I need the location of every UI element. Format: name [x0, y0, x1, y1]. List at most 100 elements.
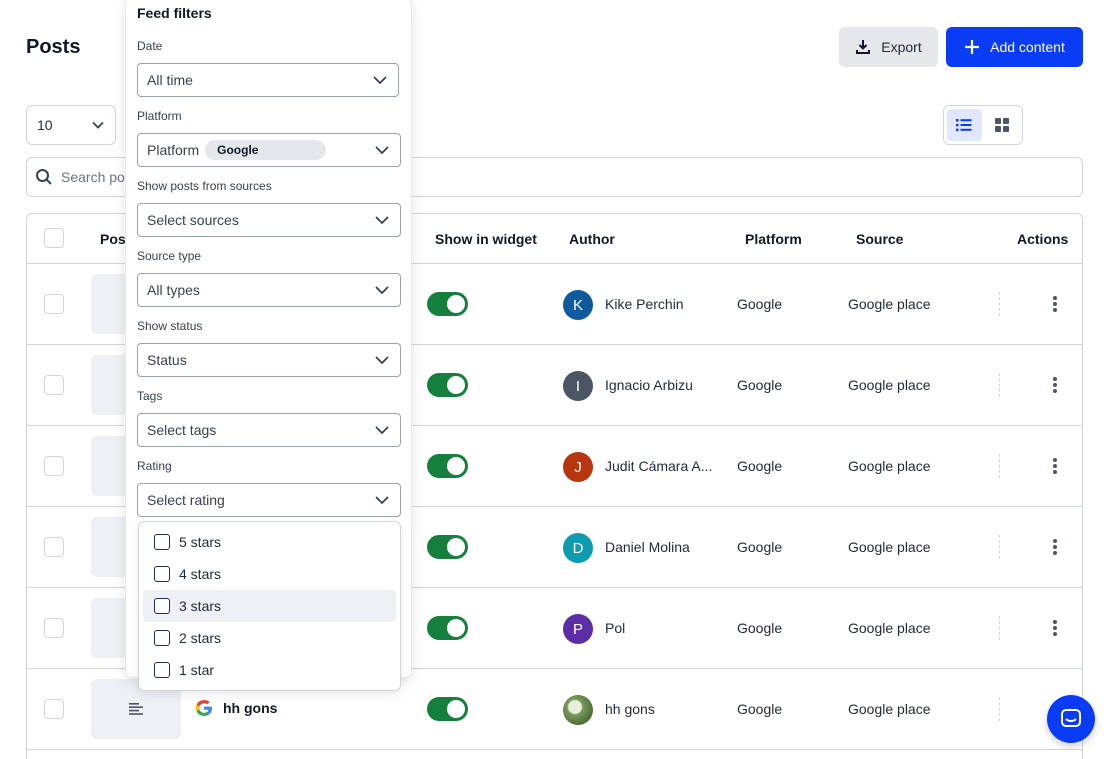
avatar: I [563, 371, 593, 401]
show-in-widget-toggle[interactable] [427, 292, 468, 316]
rating-option-2[interactable]: 2 stars [143, 622, 396, 654]
rating-filter-select[interactable]: Select rating [137, 483, 401, 517]
row-actions-menu-icon[interactable] [1049, 294, 1061, 314]
avatar: P [563, 614, 593, 644]
divider [999, 292, 1000, 316]
date-filter-select[interactable]: All time [137, 63, 399, 97]
row-checkbox[interactable] [44, 375, 64, 395]
checkbox[interactable] [154, 598, 170, 614]
rating-option-label: 1 star [179, 662, 215, 678]
source-cell: Google place [848, 377, 931, 393]
sources-filter-select[interactable]: Select sources [137, 203, 401, 237]
status-filter-value: Status [147, 352, 187, 368]
chevron-down-icon [375, 146, 389, 155]
platform-cell: Google [737, 701, 783, 717]
platform-cell: Google [737, 296, 783, 312]
chevron-down-icon [375, 286, 389, 295]
divider [999, 616, 1000, 640]
author-name: Judit Cámara A... [605, 458, 713, 474]
list-view-button[interactable] [947, 109, 982, 141]
row-checkbox[interactable] [44, 699, 64, 719]
show-in-widget-toggle[interactable] [427, 616, 468, 640]
source-cell: Google place [848, 701, 931, 717]
per-page-select[interactable]: 10 [26, 105, 116, 145]
add-content-label: Add content [990, 39, 1065, 55]
author-name: Pol [605, 620, 626, 636]
rating-option-3[interactable]: 3 stars [143, 590, 396, 622]
row-actions-menu-icon[interactable] [1049, 375, 1061, 395]
per-page-value: 10 [37, 117, 53, 133]
checkbox[interactable] [154, 534, 170, 550]
rating-option-label: 5 stars [179, 534, 222, 550]
feed-filters-title: Feed filters [137, 5, 212, 21]
date-filter-label: Date [137, 39, 163, 53]
grid-view-button[interactable] [985, 109, 1020, 141]
platform-filter-select[interactable]: Platform Google [137, 133, 401, 167]
source-cell: Google place [848, 458, 931, 474]
download-icon [856, 40, 871, 54]
status-filter-select[interactable]: Status [137, 343, 401, 377]
source-cell: Google place [848, 620, 931, 636]
source-type-filter-label: Source type [137, 249, 202, 263]
author-name: Ignacio Arbizu [605, 377, 693, 393]
author-name: hh gons [605, 701, 655, 717]
row-checkbox[interactable] [44, 456, 64, 476]
checkbox[interactable] [154, 662, 170, 678]
source-type-filter-select[interactable]: All types [137, 273, 401, 307]
source-cell: Google place [848, 296, 931, 312]
col-source: Source [856, 231, 904, 247]
checkbox[interactable] [154, 566, 170, 582]
platform-cell: Google [737, 620, 783, 636]
list-icon [956, 119, 972, 132]
rating-option-label: 2 stars [179, 630, 222, 646]
row-checkbox[interactable] [44, 294, 64, 314]
tags-filter-label: Tags [137, 389, 163, 403]
text-post-icon [129, 703, 143, 715]
date-filter-value: All time [147, 72, 193, 88]
avatar-photo [563, 695, 593, 725]
rating-option-1[interactable]: 1 star [143, 654, 396, 686]
show-in-widget-toggle[interactable] [427, 454, 468, 478]
rating-option-5[interactable]: 5 stars [143, 526, 396, 558]
chat-icon [1061, 709, 1081, 727]
author-name: Daniel Molina [605, 539, 690, 555]
feed-filters-panel: Feed filters Date All time Platform Plat… [125, 0, 412, 691]
post-title-text: hh gons [223, 700, 278, 716]
avatar: K [563, 290, 593, 320]
platform-cell: Google [737, 377, 783, 393]
source-type-filter-value: All types [147, 282, 200, 298]
add-content-button[interactable]: Add content [946, 27, 1083, 67]
avatar: J [563, 452, 593, 482]
row-actions-menu-icon[interactable] [1049, 456, 1061, 476]
rating-option-4[interactable]: 4 stars [143, 558, 396, 590]
show-in-widget-toggle[interactable] [427, 697, 468, 721]
row-checkbox[interactable] [44, 618, 64, 638]
platform-filter-label: Platform [137, 109, 182, 123]
divider [999, 697, 1000, 721]
rating-filter-value: Select rating [147, 492, 225, 508]
show-in-widget-toggle[interactable] [427, 535, 468, 559]
checkbox[interactable] [154, 630, 170, 646]
plus-icon [965, 40, 980, 54]
col-platform: Platform [745, 231, 802, 247]
platform-cell: Google [737, 458, 783, 474]
platform-filter-placeholder: Platform [147, 142, 200, 158]
chevron-down-icon [375, 496, 389, 505]
row-actions-menu-icon[interactable] [1049, 537, 1061, 557]
author-name: Kike Perchin [605, 296, 684, 312]
post-title[interactable]: hh gons [195, 699, 277, 717]
chat-launcher-button[interactable] [1047, 695, 1095, 743]
select-all-checkbox[interactable] [44, 228, 64, 248]
tags-filter-select[interactable]: Select tags [137, 413, 401, 447]
platform-chip[interactable]: Google [205, 140, 327, 160]
show-in-widget-toggle[interactable] [427, 373, 468, 397]
platform-cell: Google [737, 539, 783, 555]
export-button[interactable]: Export [839, 27, 938, 67]
row-actions-menu-icon[interactable] [1049, 618, 1061, 638]
chevron-down-icon [92, 121, 104, 129]
col-actions: Actions [1017, 231, 1069, 247]
row-checkbox[interactable] [44, 537, 64, 557]
rating-option-label: 4 stars [179, 566, 222, 582]
google-icon [195, 700, 212, 716]
export-label: Export [881, 39, 922, 55]
